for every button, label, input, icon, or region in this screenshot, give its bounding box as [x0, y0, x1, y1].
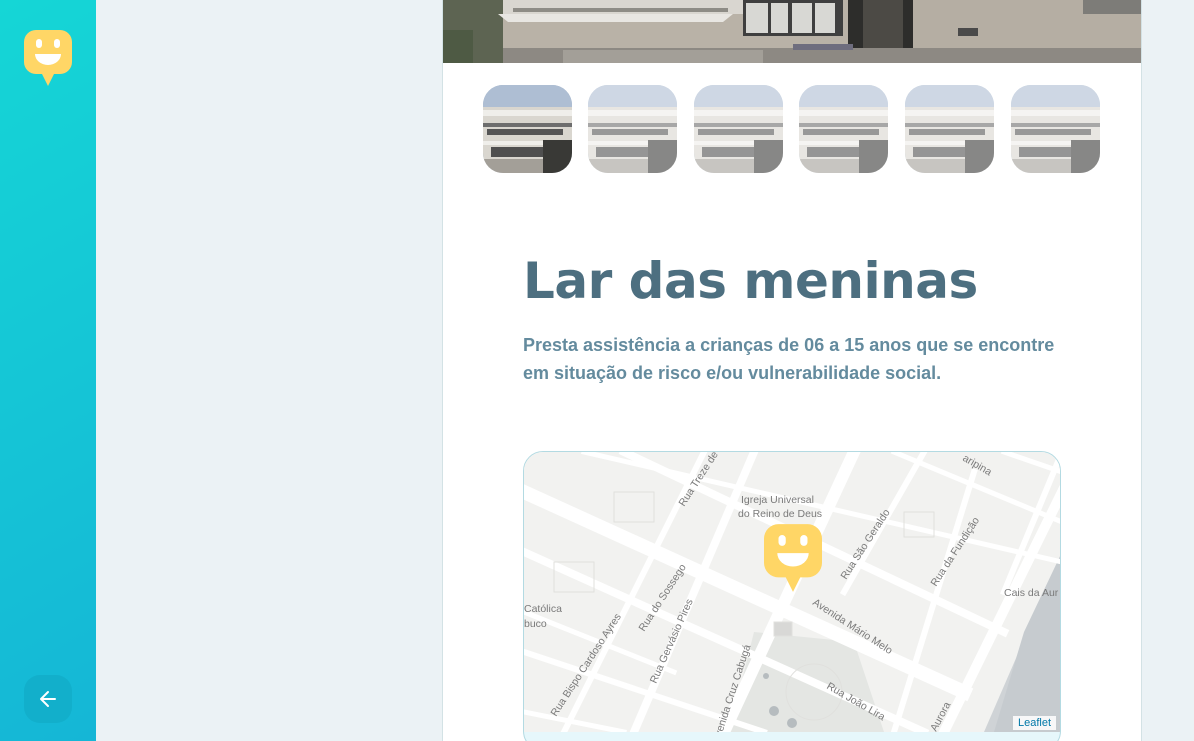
map-label-church: Igreja Universal: [741, 494, 814, 506]
page-title: Lar das meninas: [523, 252, 978, 310]
map-label-catolica: Católica: [524, 603, 562, 615]
sidebar: [0, 0, 96, 741]
map-label-buco: buco: [524, 618, 547, 630]
thumbnail-4[interactable]: [799, 85, 888, 173]
map-label-church-2: do Reino de Deus: [738, 508, 822, 520]
thumbnail-6[interactable]: [1011, 85, 1100, 173]
thumbnail-2[interactable]: [588, 85, 677, 173]
smiley-marker-icon[interactable]: [24, 30, 72, 86]
arrow-left-icon: [40, 691, 56, 707]
map[interactable]: Igreja Universal do Reino de Deus Rua Tr…: [524, 452, 1060, 740]
orphanage-description: Presta assistência a crianças de 06 a 15…: [523, 335, 1055, 383]
map-container: Igreja Universal do Reino de Deus Rua Tr…: [523, 451, 1061, 741]
thumbnail-3[interactable]: [694, 85, 783, 173]
photo-thumbnails: [483, 85, 1103, 173]
leaflet-attribution-link[interactable]: Leaflet: [1012, 716, 1056, 730]
map-marker-icon[interactable]: [764, 524, 822, 592]
thumbnail-1[interactable]: [483, 85, 572, 173]
hero-photo: [443, 0, 1141, 63]
thumbnail-5[interactable]: [905, 85, 994, 173]
back-button[interactable]: [24, 675, 72, 723]
orphanage-details-card: Lar das meninas Presta assistência a cri…: [442, 0, 1142, 741]
map-label-cais: Cais da Aur: [1004, 587, 1059, 599]
